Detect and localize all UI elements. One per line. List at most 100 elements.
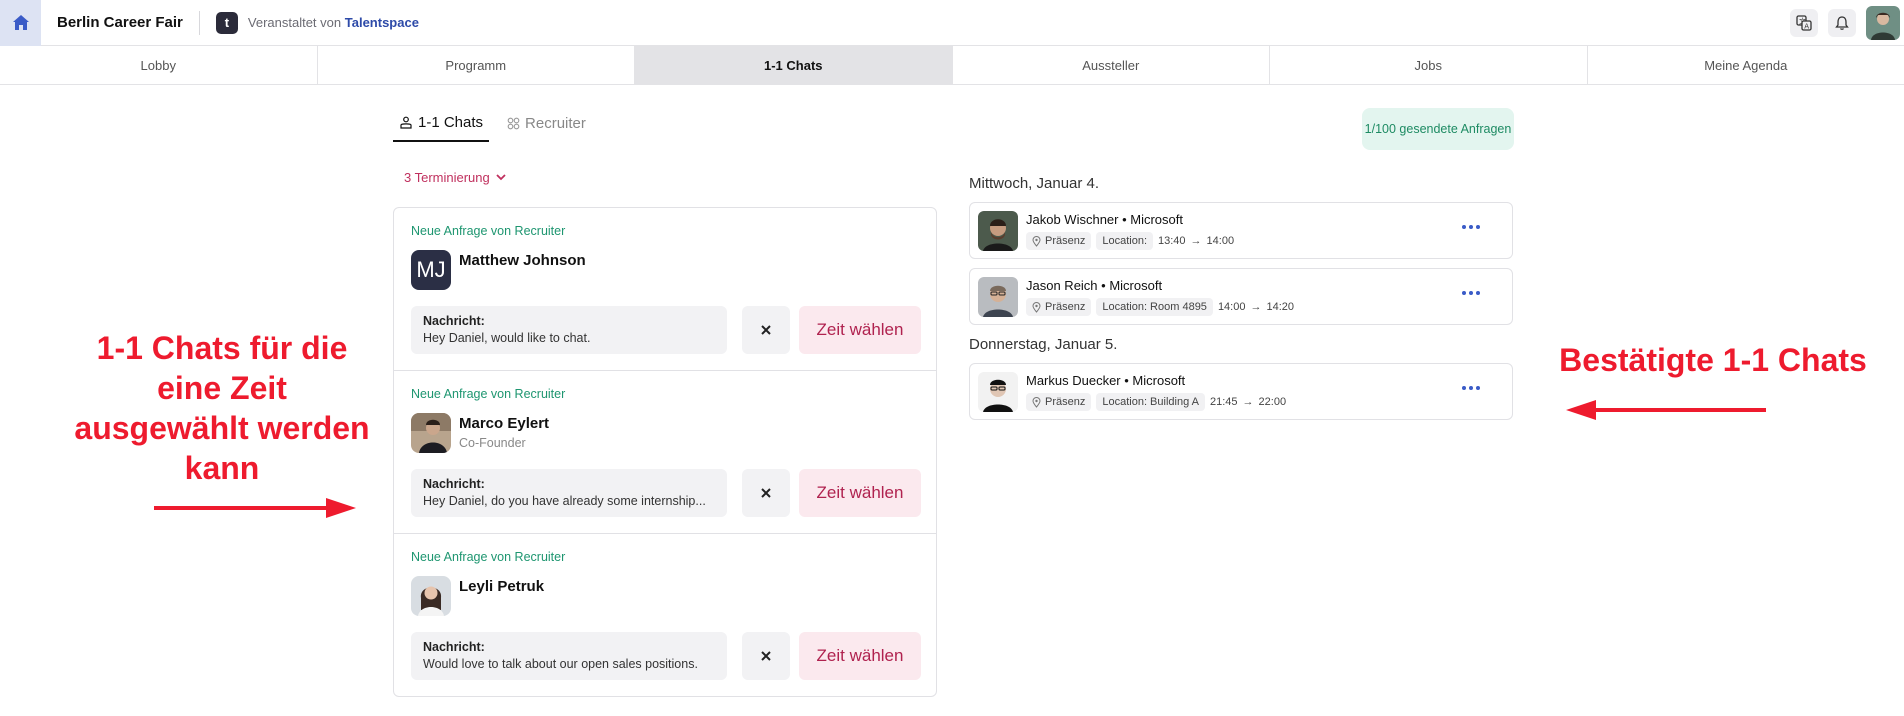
tab-lobby[interactable]: Lobby (0, 46, 318, 84)
grid-icon (507, 117, 520, 130)
scheduling-filter-dropdown[interactable]: 3 Terminierung (404, 170, 506, 185)
close-icon (761, 488, 771, 498)
request-tag: Neue Anfrage von Recruiter (411, 387, 566, 401)
header-actions: 文 A (1790, 0, 1904, 46)
mode-label: Präsenz (1045, 301, 1086, 313)
mode-label: Präsenz (1045, 235, 1086, 247)
user-avatar[interactable] (1866, 6, 1900, 40)
chat-request: Neue Anfrage von Recruiter MJ Matthew Jo… (394, 208, 936, 371)
avatar-image (411, 576, 451, 616)
avatar (411, 413, 451, 453)
request-tag: Neue Anfrage von Recruiter (411, 224, 566, 238)
organizer-link[interactable]: Talentspace (345, 15, 419, 30)
chat-meta: Präsenz Location: Room 4895 14:00 → 14:2… (1026, 298, 1294, 316)
recruiter-name: Leyli Petruk (459, 578, 545, 595)
more-options-button[interactable] (1462, 291, 1480, 295)
subtab-1-1-chats[interactable]: 1-1 Chats (393, 108, 490, 142)
recruiter-name-company: Markus Duecker • Microsoft (1026, 373, 1186, 388)
tab-jobs[interactable]: Jobs (1270, 46, 1588, 84)
tab-programm[interactable]: Programm (318, 46, 635, 84)
translate-button[interactable]: 文 A (1790, 9, 1818, 37)
recruiter-name-company: Jakob Wischner • Microsoft (1026, 212, 1183, 227)
chat-meta: Präsenz Location: 13:40 → 14:00 (1026, 232, 1234, 250)
decline-button[interactable] (742, 306, 790, 354)
avatar-image (978, 372, 1018, 412)
decline-button[interactable] (742, 632, 790, 680)
more-options-button[interactable] (1462, 386, 1480, 390)
recruiter-name: Jakob Wischner (1026, 212, 1119, 227)
chat-request: Neue Anfrage von Recruiter Leyli Petruk … (394, 534, 936, 696)
company-name: Microsoft (1109, 278, 1163, 293)
organizer-logo: t (215, 11, 238, 34)
message-label: Nachricht: (423, 314, 485, 328)
confirmed-chat-card[interactable]: Jason Reich • Microsoft Präsenz Location… (969, 268, 1513, 325)
decline-button[interactable] (742, 469, 790, 517)
message-text: Would love to talk about our open sales … (423, 657, 698, 671)
end-time: 14:00 (1206, 235, 1235, 247)
confirmed-chat-card[interactable]: Jakob Wischner • Microsoft Präsenz Locat… (969, 202, 1513, 259)
chat-people-icon (400, 116, 412, 129)
organizer-prefix: Veranstaltet von (247, 15, 342, 30)
annotation-left: 1-1 Chats für die eine Zeit ausgewählt w… (74, 330, 370, 486)
location-pin-icon (1032, 301, 1041, 313)
avatar (978, 372, 1018, 412)
notifications-button[interactable] (1828, 9, 1856, 37)
tab-1-1-chats[interactable]: 1-1 Chats (635, 46, 953, 84)
avatar-image (978, 211, 1018, 251)
tab-aussteller[interactable]: Aussteller (953, 46, 1270, 84)
avatar (411, 576, 451, 616)
message-text: Hey Daniel, do you have already some int… (423, 494, 706, 508)
location-pin-icon (1032, 235, 1041, 247)
top-bar: Berlin Career Fair t Veranstaltet von Ta… (0, 0, 1904, 46)
close-icon (761, 325, 771, 335)
subtab-1-1-chats-label: 1-1 Chats (418, 114, 484, 131)
scheduling-filter-label: 3 Terminierung (404, 170, 490, 185)
annotation-arrow-right-icon (154, 498, 356, 518)
user-avatar-image (1866, 6, 1900, 40)
location-pin-icon (1032, 396, 1041, 408)
tab-meine-agenda[interactable]: Meine Agenda (1588, 46, 1904, 84)
translate-icon: 文 A (1796, 15, 1812, 31)
recruiter-name: Marco Eylert (459, 415, 550, 432)
location-pill: Location: (1096, 232, 1154, 250)
choose-time-button[interactable]: Zeit wählen (799, 632, 921, 680)
request-tag: Neue Anfrage von Recruiter (411, 550, 566, 564)
home-button[interactable] (0, 0, 41, 46)
mode-label: Präsenz (1045, 396, 1086, 408)
location-pill: Location: Room 4895 (1096, 298, 1213, 316)
subtab-recruiter-label: Recruiter (525, 115, 586, 132)
mode-pill: Präsenz (1026, 393, 1092, 411)
avatar (978, 277, 1018, 317)
confirmed-chat-card[interactable]: Markus Duecker • Microsoft Präsenz Locat… (969, 363, 1513, 420)
arrow-right-icon: → (1242, 396, 1254, 408)
mode-pill: Präsenz (1026, 232, 1092, 250)
recruiter-name: Jason Reich (1026, 278, 1098, 293)
main-navigation: Lobby Programm 1-1 Chats Aussteller Jobs… (0, 46, 1904, 85)
chat-subtabs: 1-1 Chats Recruiter (393, 108, 592, 142)
start-time: 14:00 (1217, 301, 1246, 313)
recruiter-role: Co-Founder (459, 436, 526, 450)
home-icon (12, 15, 29, 30)
avatar-image (978, 277, 1018, 317)
choose-time-button[interactable]: Zeit wählen (799, 469, 921, 517)
message-box: Nachricht: Hey Daniel, would like to cha… (411, 306, 727, 354)
message-box: Nachricht: Hey Daniel, do you have alrea… (411, 469, 727, 517)
message-box: Nachricht: Would love to talk about our … (411, 632, 727, 680)
event-title: Berlin Career Fair (57, 14, 183, 31)
day-heading: Donnerstag, Januar 5. (969, 336, 1118, 353)
message-label: Nachricht: (423, 477, 485, 491)
location-pill: Location: Building A (1096, 393, 1205, 411)
start-time: 21:45 (1210, 396, 1238, 408)
choose-time-button[interactable]: Zeit wählen (799, 306, 921, 354)
chat-request: Neue Anfrage von Recruiter Marco Eylert … (394, 371, 936, 534)
more-options-button[interactable] (1462, 225, 1480, 229)
svg-text:A: A (1804, 23, 1809, 31)
message-text: Hey Daniel, would like to chat. (423, 331, 591, 345)
arrow-right-icon: → (1190, 235, 1202, 247)
day-heading: Mittwoch, Januar 4. (969, 175, 1100, 192)
chevron-down-icon (496, 174, 506, 181)
subtab-recruiter[interactable]: Recruiter (501, 108, 592, 142)
annotation-right: Bestätigte 1-1 Chats (1559, 342, 1867, 378)
bell-icon (1835, 16, 1849, 30)
organizer-info: Veranstaltet von Talentspace (248, 15, 419, 30)
